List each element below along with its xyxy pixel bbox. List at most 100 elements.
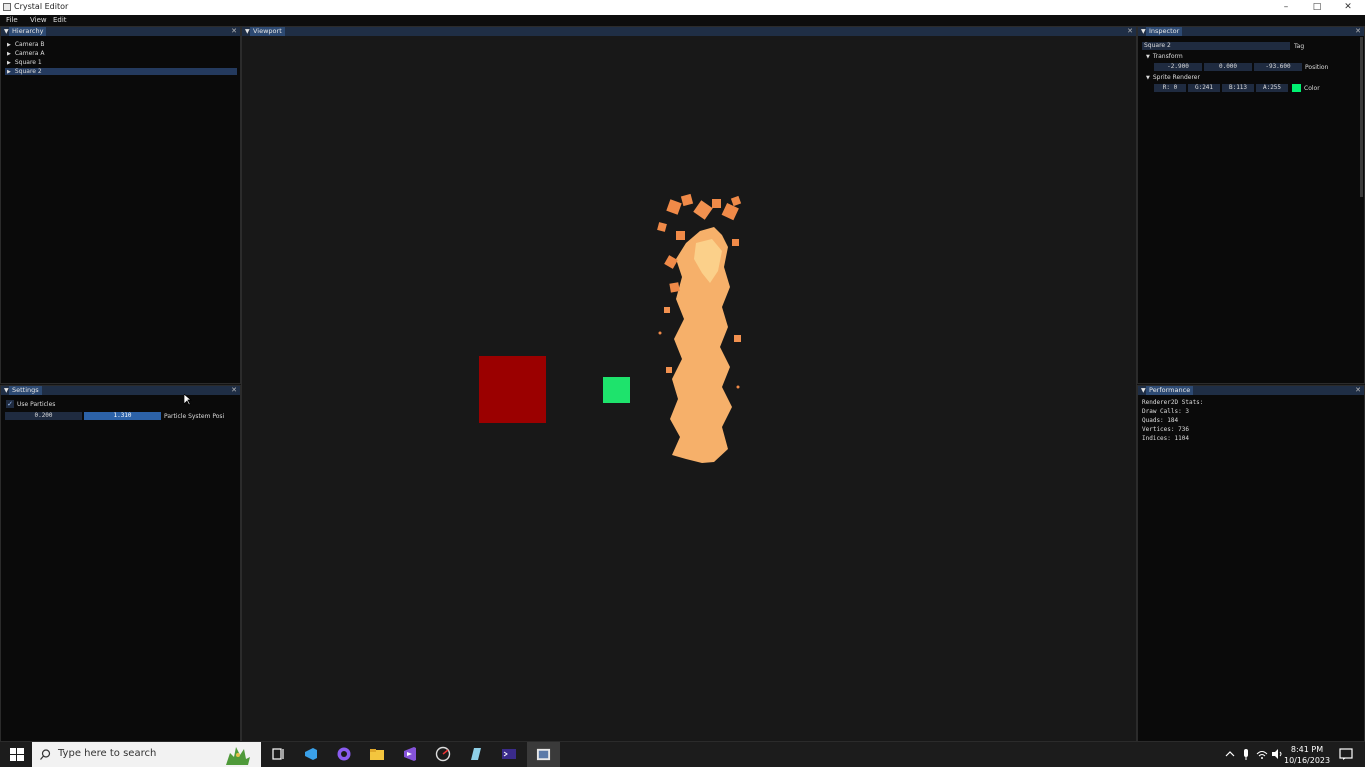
menu-edit[interactable]: Edit — [53, 16, 67, 24]
search-icon — [40, 749, 51, 760]
particle-pos-y-field[interactable]: 1.310 — [84, 412, 161, 420]
title-bar: Crystal Editor – □ ✕ — [0, 0, 1365, 15]
viewport-tab[interactable]: Viewport — [250, 27, 285, 36]
expand-icon[interactable]: ▶ — [7, 42, 11, 48]
search-placeholder: Type here to search — [58, 748, 157, 759]
hierarchy-tab[interactable]: Hierarchy — [9, 27, 47, 36]
menu-file[interactable]: File — [6, 16, 18, 24]
chevron-up-icon[interactable] — [1224, 746, 1236, 762]
expand-icon[interactable]: ▶ — [7, 60, 11, 66]
green-square-sprite[interactable] — [603, 377, 630, 403]
browser-icon[interactable] — [435, 746, 451, 762]
sprite-renderer-header-label: Sprite Renderer — [1152, 74, 1200, 81]
collapse-icon[interactable]: ▼ — [1146, 75, 1150, 81]
performance-tab[interactable]: Performance — [1146, 386, 1194, 395]
red-square-sprite[interactable] — [479, 356, 546, 423]
notifications-icon[interactable] — [1338, 746, 1354, 762]
expand-icon[interactable]: ▶ — [7, 51, 11, 57]
task-view-icon[interactable] — [270, 746, 286, 762]
settings-header: ▼ Settings ✕ — [1, 386, 240, 395]
position-z-field[interactable]: -93.600 — [1254, 63, 1302, 71]
close-icon[interactable]: ✕ — [1355, 27, 1361, 36]
position-x-field[interactable]: -2.900 — [1154, 63, 1202, 71]
vscode-icon[interactable] — [303, 746, 319, 762]
inspector-scrollbar[interactable] — [1360, 37, 1363, 197]
inspector-panel: ▼ Inspector ✕ Square 2 Tag ▼ Transform -2… — [1137, 26, 1365, 384]
minimize-button[interactable]: – — [1271, 0, 1301, 15]
close-icon[interactable]: ✕ — [1355, 386, 1361, 395]
performance-header: ▼ Performance ✕ — [1138, 386, 1364, 395]
hierarchy-item-square-1[interactable]: ▶ Square 1 — [7, 59, 42, 66]
close-button[interactable]: ✕ — [1333, 0, 1363, 15]
transform-header-label: Transform — [1152, 53, 1183, 60]
crystal-editor-app-icon — [536, 748, 551, 761]
menu-view[interactable]: View — [30, 16, 47, 24]
collapse-icon[interactable]: ▼ — [1146, 54, 1150, 60]
window-title: Crystal Editor — [14, 2, 69, 11]
settings-panel: ▼ Settings ✕ ✓ Use Particles 0.200 1.310… — [0, 385, 241, 742]
volume-icon[interactable] — [1271, 746, 1283, 762]
color-b-field[interactable]: B:113 — [1222, 84, 1254, 92]
expand-icon[interactable]: ▶ — [7, 69, 11, 75]
particle-system — [657, 193, 742, 463]
collapse-icon[interactable]: ▼ — [245, 27, 250, 36]
color-a-field[interactable]: A:255 — [1256, 84, 1288, 92]
tag-label: Tag — [1294, 43, 1305, 50]
hierarchy-panel: ▼ Hierarchy ✕ ▶ Camera B ▶ Camera A ▶ Squar… — [0, 26, 241, 384]
cursor-icon — [184, 394, 192, 406]
menu-bar: File View Edit — [0, 15, 1365, 26]
color-r-field[interactable]: R: 0 — [1154, 84, 1186, 92]
hierarchy-item-label: Square 1 — [14, 59, 42, 66]
settings-tab[interactable]: Settings — [9, 386, 42, 395]
github-desktop-icon[interactable] — [336, 746, 352, 762]
viewport-header: ▼ Viewport ✕ — [242, 27, 1136, 36]
app-icon — [3, 3, 11, 11]
transform-header[interactable]: ▼ Transform — [1146, 53, 1183, 60]
taskbar-search-box[interactable]: Type here to search — [32, 742, 261, 767]
windows-start-icon[interactable] — [9, 746, 25, 762]
close-icon[interactable]: ✕ — [1127, 27, 1133, 36]
stat-draw-calls: Draw Calls: 3 — [1142, 408, 1189, 415]
viewport-panel[interactable]: ▼ Viewport ✕ — [241, 26, 1137, 742]
position-y-field[interactable]: 0.000 — [1204, 63, 1252, 71]
stat-vertices: Vertices: 736 — [1142, 426, 1189, 433]
clock-date: 10/16/2023 — [1284, 756, 1331, 765]
collapse-icon[interactable]: ▼ — [4, 386, 9, 395]
microphone-icon[interactable] — [1240, 746, 1252, 762]
color-g-field[interactable]: G:241 — [1188, 84, 1220, 92]
inspector-header: ▼ Inspector ✕ — [1138, 27, 1364, 36]
maximize-button[interactable]: □ — [1302, 0, 1332, 15]
system-clock[interactable]: 8:41 PM 10/16/2023 — [1284, 744, 1330, 766]
close-icon[interactable]: ✕ — [231, 27, 237, 36]
position-label: Position — [1305, 64, 1329, 71]
entity-name-field[interactable]: Square 2 — [1142, 42, 1290, 50]
use-particles-checkbox[interactable]: ✓ — [6, 400, 14, 408]
visual-studio-icon[interactable] — [402, 746, 418, 762]
hierarchy-item-square-2[interactable]: ▶ Square 2 — [7, 68, 42, 75]
dragon-icon — [226, 747, 250, 765]
inspector-tab[interactable]: Inspector — [1146, 27, 1183, 36]
terminal-icon[interactable] — [501, 746, 517, 762]
notes-app-icon[interactable] — [468, 746, 484, 762]
active-taskbar-app[interactable] — [527, 742, 560, 767]
hierarchy-item-label: Square 2 — [14, 68, 42, 75]
stats-heading: Renderer2D Stats: — [1142, 399, 1204, 406]
collapse-icon[interactable]: ▼ — [1141, 386, 1146, 395]
hierarchy-item-camera-b[interactable]: ▶ Camera B — [7, 41, 44, 48]
clock-time: 8:41 PM — [1290, 745, 1324, 754]
collapse-icon[interactable]: ▼ — [1141, 27, 1146, 36]
color-label: Color — [1304, 85, 1320, 92]
color-swatch[interactable] — [1292, 84, 1301, 92]
hierarchy-header: ▼ Hierarchy ✕ — [1, 27, 240, 36]
collapse-icon[interactable]: ▼ — [4, 27, 9, 36]
network-icon[interactable] — [1256, 746, 1268, 762]
particle-pos-x-field[interactable]: 0.200 — [5, 412, 82, 420]
hierarchy-item-camera-a[interactable]: ▶ Camera A — [7, 50, 44, 57]
use-particles-label: Use Particles — [17, 401, 56, 408]
close-icon[interactable]: ✕ — [231, 386, 237, 395]
performance-panel: ▼ Performance ✕ Renderer2D Stats: Draw C… — [1137, 385, 1365, 742]
hierarchy-item-label: Camera A — [14, 50, 45, 57]
file-explorer-icon[interactable] — [369, 746, 385, 762]
particle-pos-label: Particle System Posi — [164, 413, 225, 420]
sprite-renderer-header[interactable]: ▼ Sprite Renderer — [1146, 74, 1200, 81]
